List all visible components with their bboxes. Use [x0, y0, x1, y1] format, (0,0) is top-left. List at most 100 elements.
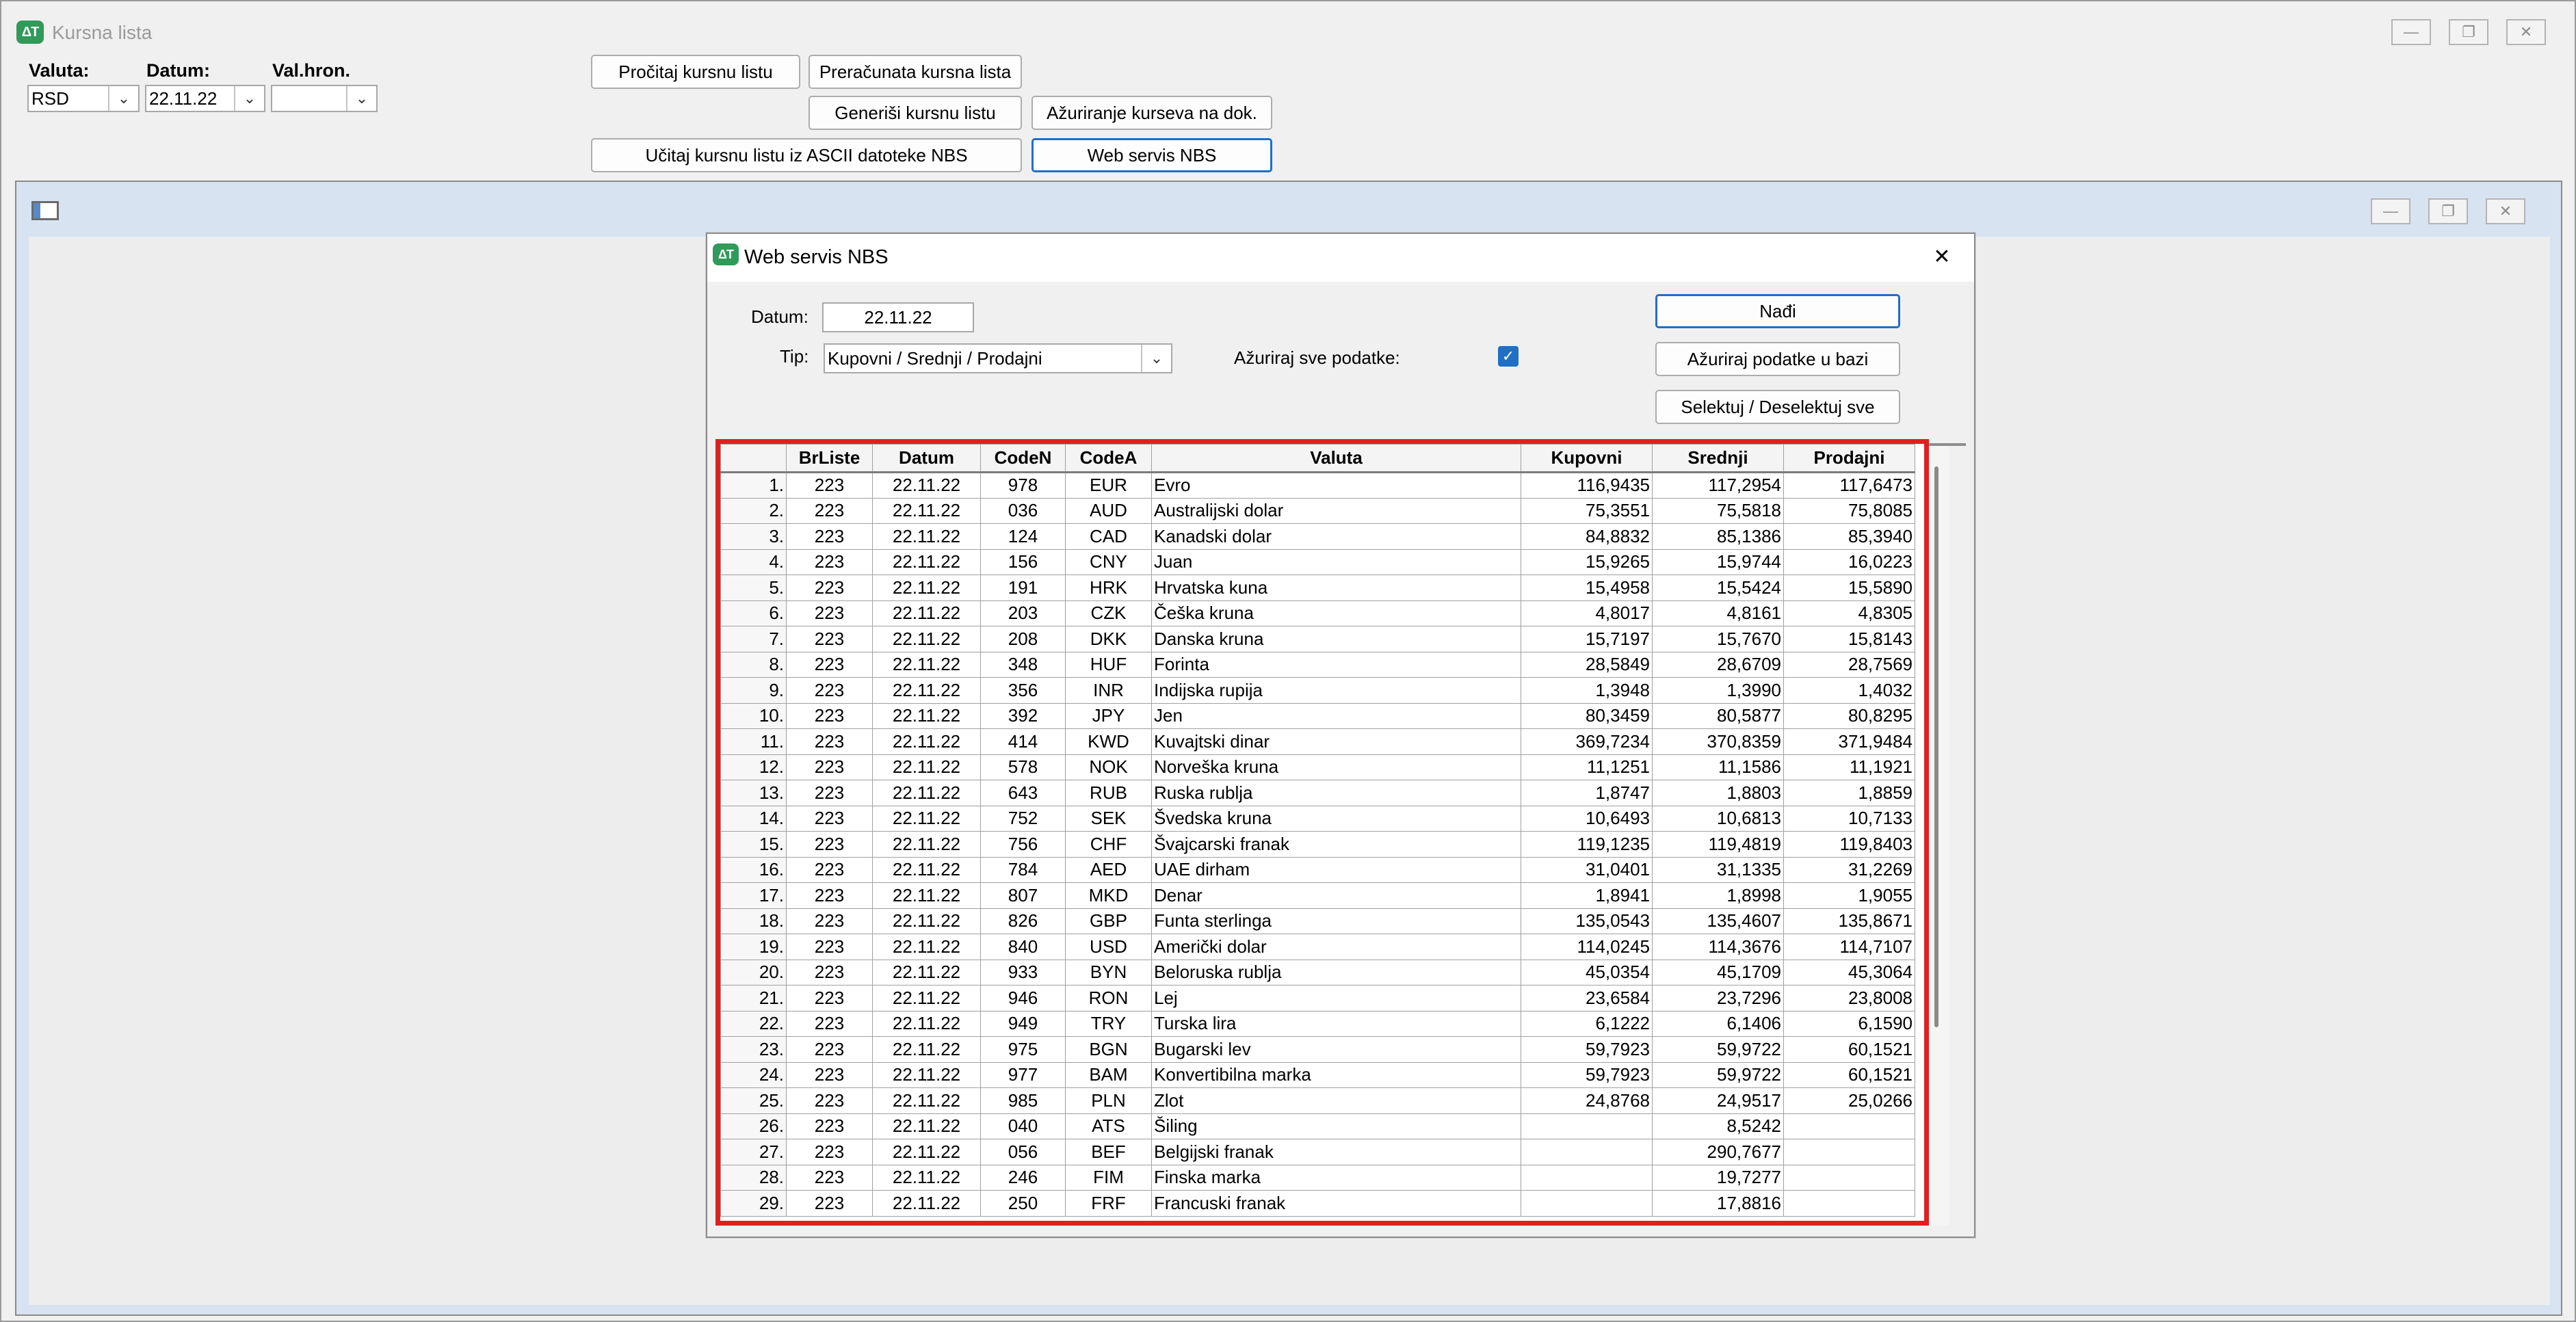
- kupovni-cell[interactable]: 23,6584: [1521, 985, 1653, 1012]
- kupovni-cell[interactable]: 59,7923: [1521, 1061, 1653, 1088]
- prodajni-cell[interactable]: 31,2269: [1783, 856, 1915, 883]
- table-row[interactable]: 5. 223 22.11.22 191 HRK Hrvatska kuna 15,4958 1…: [720, 574, 1915, 601]
- row-number[interactable]: 17.: [720, 882, 787, 909]
- coden-cell[interactable]: 392: [980, 702, 1066, 729]
- datum-cell[interactable]: 22.11.22: [872, 523, 981, 550]
- codea-cell[interactable]: FIM: [1065, 1164, 1152, 1191]
- row-number[interactable]: 26.: [720, 1113, 787, 1139]
- chevron-down-icon[interactable]: ⌄: [234, 86, 264, 111]
- child-close-icon[interactable]: ✕: [2486, 198, 2525, 224]
- row-number[interactable]: 12.: [720, 754, 787, 780]
- srednji-cell[interactable]: 8,5242: [1652, 1113, 1784, 1139]
- brliste-cell[interactable]: 223: [786, 1113, 873, 1139]
- codea-cell[interactable]: SEK: [1065, 805, 1152, 832]
- dialog-close-icon[interactable]: ✕: [1925, 239, 1959, 274]
- coden-cell[interactable]: 208: [980, 626, 1066, 652]
- datum-cell[interactable]: 22.11.22: [872, 548, 981, 575]
- datum-cell[interactable]: 22.11.22: [872, 985, 981, 1012]
- coden-cell[interactable]: 985: [980, 1087, 1066, 1114]
- kupovni-cell[interactable]: 6,1222: [1521, 1010, 1653, 1037]
- coden-cell[interactable]: 040: [980, 1113, 1066, 1139]
- row-number[interactable]: 15.: [720, 831, 787, 858]
- tip-combobox[interactable]: Kupovni / Srednji / Prodajni ⌄: [824, 343, 1172, 373]
- prodajni-cell[interactable]: 1,9055: [1783, 882, 1915, 909]
- table-row[interactable]: 12. 223 22.11.22 578 NOK Norveška kruna 11,125…: [720, 754, 1915, 780]
- datum-cell[interactable]: 22.11.22: [872, 600, 981, 626]
- prodajni-cell[interactable]: 15,8143: [1783, 626, 1915, 652]
- valuta-cell[interactable]: Kanadski dolar: [1151, 523, 1521, 550]
- srednji-cell[interactable]: 135,4607: [1652, 908, 1784, 934]
- valuta-cell[interactable]: Češka kruna: [1151, 600, 1521, 626]
- kupovni-cell[interactable]: 1,8941: [1521, 882, 1653, 909]
- row-number[interactable]: 27.: [720, 1139, 787, 1165]
- prodajni-cell[interactable]: 1,4032: [1783, 677, 1915, 704]
- codea-cell[interactable]: KWD: [1065, 728, 1152, 755]
- codea-header[interactable]: CodeA: [1065, 444, 1152, 473]
- datum-cell[interactable]: 22.11.22: [872, 1061, 981, 1088]
- kupovni-header[interactable]: Kupovni: [1521, 444, 1653, 473]
- codea-cell[interactable]: CHF: [1065, 831, 1152, 858]
- web-servis-nbs-button[interactable]: Web servis NBS: [1031, 138, 1272, 172]
- codea-cell[interactable]: NOK: [1065, 754, 1152, 780]
- table-row[interactable]: 6. 223 22.11.22 203 CZK Češka kruna 4,8017 4,81…: [720, 600, 1915, 626]
- row-number[interactable]: 23.: [720, 1036, 787, 1063]
- srednji-cell[interactable]: 4,8161: [1652, 600, 1784, 626]
- chevron-down-icon[interactable]: ⌄: [1141, 345, 1171, 372]
- kupovni-cell[interactable]: 369,7234: [1521, 728, 1653, 755]
- valuta-cell[interactable]: Norveška kruna: [1151, 754, 1521, 780]
- preracunata-kursna-lista-button[interactable]: Preračunata kursna lista: [809, 55, 1022, 89]
- datum-cell[interactable]: 22.11.22: [872, 574, 981, 601]
- brliste-cell[interactable]: 223: [786, 934, 873, 960]
- row-number[interactable]: 4.: [720, 548, 787, 575]
- row-number[interactable]: 3.: [720, 523, 787, 550]
- coden-cell[interactable]: 756: [980, 831, 1066, 858]
- prodajni-cell[interactable]: 23,8008: [1783, 985, 1915, 1012]
- brliste-cell[interactable]: 223: [786, 1190, 873, 1217]
- table-row[interactable]: 29. 223 22.11.22 250 FRF Francuski franak 17,8…: [720, 1190, 1915, 1217]
- kupovni-cell[interactable]: [1521, 1190, 1653, 1217]
- kupovni-cell[interactable]: [1521, 1164, 1653, 1191]
- codea-cell[interactable]: BAM: [1065, 1061, 1152, 1088]
- codea-cell[interactable]: AED: [1065, 856, 1152, 883]
- codea-cell[interactable]: DKK: [1065, 626, 1152, 652]
- row-number[interactable]: 2.: [720, 497, 787, 524]
- scrollbar-thumb[interactable]: [1934, 466, 1938, 1027]
- table-row[interactable]: 26. 223 22.11.22 040 ATS Šiling 8,5242: [720, 1113, 1915, 1139]
- datum-cell[interactable]: 22.11.22: [872, 754, 981, 780]
- prodajni-cell[interactable]: 135,8671: [1783, 908, 1915, 934]
- codea-cell[interactable]: TRY: [1065, 1010, 1152, 1037]
- brliste-cell[interactable]: 223: [786, 754, 873, 780]
- kupovni-cell[interactable]: 1,3948: [1521, 677, 1653, 704]
- prodajni-cell[interactable]: 114,7107: [1783, 934, 1915, 960]
- datum-cell[interactable]: 22.11.22: [872, 728, 981, 755]
- brliste-header[interactable]: BrListe: [786, 444, 873, 473]
- row-number[interactable]: 6.: [720, 600, 787, 626]
- srednji-cell[interactable]: 24,9517: [1652, 1087, 1784, 1114]
- srednji-cell[interactable]: 10,6813: [1652, 805, 1784, 832]
- kupovni-cell[interactable]: 24,8768: [1521, 1087, 1653, 1114]
- table-row[interactable]: 11. 223 22.11.22 414 KWD Kuvajtski dinar 369,7…: [720, 728, 1915, 755]
- kupovni-cell[interactable]: 114,0245: [1521, 934, 1653, 960]
- generisi-kursnu-listu-button[interactable]: Generiši kursnu listu: [809, 96, 1022, 130]
- row-number[interactable]: 10.: [720, 702, 787, 729]
- kupovni-cell[interactable]: 84,8832: [1521, 523, 1653, 550]
- datum-cell[interactable]: 22.11.22: [872, 1010, 981, 1037]
- datum-cell[interactable]: 22.11.22: [872, 626, 981, 652]
- coden-cell[interactable]: 826: [980, 908, 1066, 934]
- table-row[interactable]: 14. 223 22.11.22 752 SEK Švedska kruna 10,6493…: [720, 805, 1915, 832]
- srednji-cell[interactable]: 119,4819: [1652, 831, 1784, 858]
- codea-cell[interactable]: ATS: [1065, 1113, 1152, 1139]
- codea-cell[interactable]: FRF: [1065, 1190, 1152, 1217]
- row-number[interactable]: 28.: [720, 1164, 787, 1191]
- brliste-cell[interactable]: 223: [786, 677, 873, 704]
- srednji-header[interactable]: Srednji: [1652, 444, 1784, 473]
- prodajni-cell[interactable]: 25,0266: [1783, 1087, 1915, 1114]
- brliste-cell[interactable]: 223: [786, 574, 873, 601]
- row-number[interactable]: 8.: [720, 651, 787, 678]
- prodajni-cell[interactable]: [1783, 1113, 1915, 1139]
- valuta-cell[interactable]: Američki dolar: [1151, 934, 1521, 960]
- coden-cell[interactable]: 414: [980, 728, 1066, 755]
- srednji-cell[interactable]: 15,9744: [1652, 548, 1784, 575]
- azuriraj-sve-checkbox[interactable]: ✓: [1498, 346, 1519, 367]
- brliste-cell[interactable]: 223: [786, 497, 873, 524]
